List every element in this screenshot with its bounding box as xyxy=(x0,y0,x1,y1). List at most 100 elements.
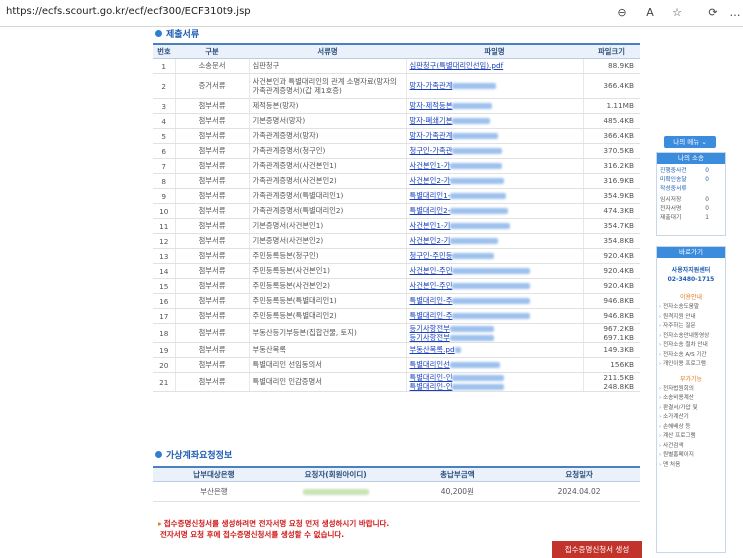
sidebar-link[interactable]: 원별홈페이지 xyxy=(657,451,725,461)
redacted-text xyxy=(452,384,505,390)
file-link[interactable]: 특별대리인-주 xyxy=(410,309,580,323)
file-link[interactable]: 등기사항전부 xyxy=(410,333,580,342)
file-cell[interactable]: 청구인-가족관 xyxy=(405,143,583,159)
row-number: 8 xyxy=(153,173,175,189)
file-link[interactable]: 사건본인1-기 xyxy=(410,219,580,233)
file-link[interactable]: 부동산목록.pd xyxy=(410,343,580,357)
file-size-value: 366.4KB xyxy=(603,131,634,140)
sidebar-link[interactable]: 손해배상 등 xyxy=(657,423,725,433)
sidebar-link[interactable]: 전자소송도움말 xyxy=(657,303,725,313)
redacted-text xyxy=(449,335,494,341)
doc-name: 기본증명서(사건본인2) xyxy=(248,233,406,249)
file-cell[interactable]: 사건본인-주민 xyxy=(405,278,583,294)
file-cell[interactable]: 특별대리인-주 xyxy=(405,308,583,324)
browser-address-bar[interactable]: https://ecfs.scourt.go.kr/ecf/ecf300/ECF… xyxy=(0,0,743,27)
row-number: 1 xyxy=(153,58,175,74)
file-cell[interactable]: 부동산목록.pd xyxy=(405,342,583,358)
file-cell[interactable]: 특별대리인-주 xyxy=(405,293,583,309)
row-number: 12 xyxy=(153,233,175,249)
doc-type: 첨부서류 xyxy=(174,248,249,264)
file-link[interactable]: 등기사항전부 xyxy=(410,324,580,333)
file-cell[interactable]: 특별대리인선 xyxy=(405,357,583,373)
sidebar-link[interactable]: 전자소송 A/S 기간 xyxy=(657,351,725,361)
row-number: 14 xyxy=(153,263,175,279)
file-link[interactable]: 특별대리인2- xyxy=(410,204,580,218)
file-link[interactable]: 특별대리인선 xyxy=(410,358,580,372)
file-cell[interactable]: 망자-제적등본 xyxy=(405,98,583,114)
file-cell[interactable]: 망자-가족관계 xyxy=(405,73,583,99)
file-link[interactable]: 사건본인-주민 xyxy=(410,264,580,278)
file-cell[interactable]: 등기사항전부 등기사항전부 xyxy=(405,323,583,343)
doc-name: 주민등록등본(사건본인1) xyxy=(248,263,406,279)
file-cell[interactable]: 사건본인2-기 xyxy=(405,233,583,249)
sidebar-link[interactable]: 개인이용 프로그램 xyxy=(657,360,725,370)
sidebar-link[interactable]: 소가계산기 xyxy=(657,413,725,423)
case-count-item[interactable]: 전자서명 0 xyxy=(657,205,725,214)
sidebar-link[interactable]: 전자소송 절차 안내 xyxy=(657,341,725,351)
sidebar-link[interactable]: 판결서/가압 및 xyxy=(657,404,725,414)
table-row: 21 첨부서류 특별대리인 인감증명서 특별대리인-인 특별대리인-인 211.5KB 24… xyxy=(153,372,640,392)
doc-name: 심판청구 xyxy=(248,58,406,74)
file-cell[interactable]: 심판청구(특별대리인선임).pdf xyxy=(405,58,583,74)
file-size-value: 149.3KB xyxy=(603,345,634,354)
sidebar-link[interactable]: 맨 처음 xyxy=(657,461,725,471)
file-link[interactable]: 특별대리인-주 xyxy=(410,294,580,308)
file-link[interactable]: 망자-제적등본 xyxy=(410,99,580,113)
table-row: 1 소송문서 심판청구 심판청구(특별대리인선임).pdf 88.9KB xyxy=(153,58,640,74)
file-link[interactable]: 청구인-가족관 xyxy=(410,144,580,158)
sidebar-link[interactable]: 소송비용계산 xyxy=(657,394,725,404)
file-link[interactable]: 사건본인1-가 xyxy=(410,159,580,173)
file-cell[interactable]: 특별대리인-인 특별대리인-인 xyxy=(405,372,583,392)
file-link[interactable]: 특별대리인1- xyxy=(410,189,580,203)
file-link[interactable]: 망자-가족관계 xyxy=(410,129,580,143)
sidebar-link[interactable]: 계산 프로그램 xyxy=(657,432,725,442)
file-link[interactable]: 사건본인-주민 xyxy=(410,279,580,293)
case-count-item[interactable]: 임시저장 0 xyxy=(657,196,725,205)
file-link[interactable]: 특별대리인-인 xyxy=(410,382,580,391)
sidebar-link[interactable]: 원격지원 안내 xyxy=(657,313,725,323)
file-cell[interactable]: 망자-가족관계 xyxy=(405,128,583,144)
table-row: 16 첨부서류 주민등록등본(특별대리인1) 특별대리인-주 946.8KB xyxy=(153,293,640,309)
file-size: 156KB xyxy=(582,357,640,373)
file-link[interactable]: 망자-가족관계 xyxy=(410,79,580,93)
file-link[interactable]: 망자-폐쇄기본 xyxy=(410,114,580,128)
my-menu-button[interactable]: 나의 메뉴 ⌄ xyxy=(664,136,716,148)
more-icon[interactable]: … xyxy=(727,5,743,21)
doc-name: 주민등록등본(특별대리인2) xyxy=(248,308,406,324)
sidebar-link[interactable]: 전자법원회의 xyxy=(657,385,725,395)
doc-name: 제적등본(망자) xyxy=(248,98,406,114)
case-count-item[interactable]: 제출대기 1 xyxy=(657,214,725,223)
read-aloud-icon[interactable]: A xyxy=(642,5,658,21)
table-row: 13 첨부서류 주민등록등본(청구인) 청구인-주민등 920.4KB xyxy=(153,248,640,264)
sidebar-link[interactable]: 사건검색 xyxy=(657,442,725,452)
file-cell[interactable]: 망자-폐쇄기본 xyxy=(405,113,583,129)
case-count-item[interactable]: 진행중사건 0 xyxy=(657,167,725,176)
redacted-text xyxy=(452,148,503,154)
sidebar-link[interactable]: 전자소송안내동영상 xyxy=(657,332,725,342)
file-cell[interactable]: 사건본인-주민 xyxy=(405,263,583,279)
file-link[interactable]: 특별대리인-인 xyxy=(410,373,580,382)
url-text[interactable]: https://ecfs.scourt.go.kr/ecf/ecf300/ECF… xyxy=(6,6,251,17)
file-cell[interactable]: 특별대리인2- xyxy=(405,203,583,219)
file-link[interactable]: 사건본인2-가 xyxy=(410,174,580,188)
file-cell[interactable]: 사건본인1-기 xyxy=(405,218,583,234)
create-receipt-certificate-button[interactable]: 접수증명신청서 생성 xyxy=(552,541,642,558)
extra-functions-title: 부가기능 xyxy=(679,375,703,383)
case-count-item[interactable]: 미확인송달 0 xyxy=(657,176,725,185)
submitted-docs-title: 제출서류 xyxy=(155,27,199,40)
sidebar-link[interactable]: 자주하는 질문 xyxy=(657,322,725,332)
doc-name: 부동산목록 xyxy=(248,342,406,358)
extensions-icon[interactable]: ⟳ xyxy=(705,5,721,21)
file-cell[interactable]: 사건본인2-가 xyxy=(405,173,583,189)
favorite-star-icon[interactable]: ☆ xyxy=(669,5,685,21)
notice: ▸ 접수증명신청서를 생성하려면 전자서명 요청 먼저 생성하시기 바랍니다. 전… xyxy=(158,519,390,539)
case-count-item[interactable]: 작성중서류 xyxy=(657,185,725,194)
file-cell[interactable]: 청구인-주민등 xyxy=(405,248,583,264)
file-cell[interactable]: 사건본인1-가 xyxy=(405,158,583,174)
file-link[interactable]: 청구인-주민등 xyxy=(410,249,580,263)
help-center-label[interactable]: 사용자지원센터 xyxy=(657,266,725,275)
file-link[interactable]: 사건본인2-기 xyxy=(410,234,580,248)
file-link[interactable]: 심판청구(특별대리인선임).pdf xyxy=(410,59,580,73)
zoom-icon[interactable]: ⊖ xyxy=(614,5,630,21)
file-cell[interactable]: 특별대리인1- xyxy=(405,188,583,204)
